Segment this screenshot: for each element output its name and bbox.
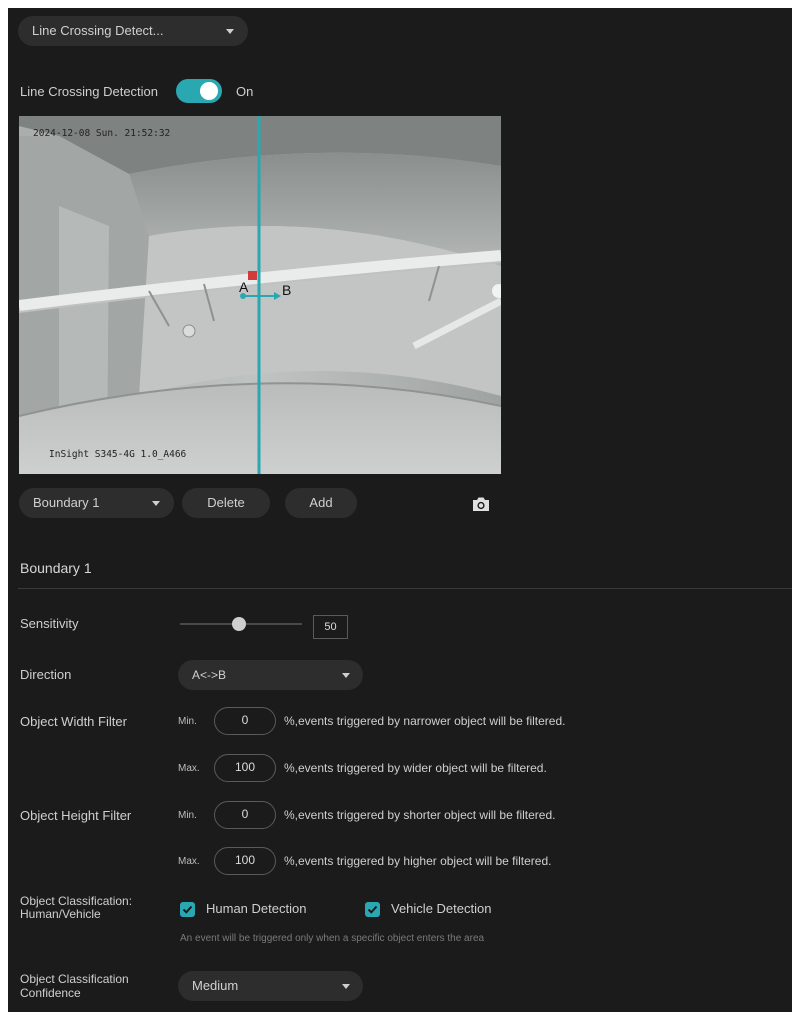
height-min-hint: %,events triggered by shorter object wil… (284, 808, 556, 822)
boundary-select-value: Boundary 1 (33, 495, 100, 510)
sensitivity-label: Sensitivity (20, 616, 79, 631)
width-min-input[interactable]: 0 (214, 707, 276, 735)
camera-scene (19, 116, 501, 474)
confidence-value: Medium (192, 978, 239, 993)
height-max-hint: %,events triggered by higher object will… (284, 854, 552, 868)
classification-label: Object Classification: Human/Vehicle (20, 895, 132, 921)
sensitivity-value-box[interactable]: 50 (313, 615, 348, 639)
video-timestamp: 2024-12-08 Sun. 21:52:32 (33, 128, 171, 139)
width-filter-label: Object Width Filter (20, 714, 127, 729)
detection-type-select[interactable]: Line Crossing Detect... (18, 16, 248, 46)
delete-label: Delete (207, 495, 245, 510)
width-max-input[interactable]: 100 (214, 754, 276, 782)
confidence-label: Object Classification Confidence (20, 972, 129, 1000)
line-crossing-toggle[interactable] (176, 79, 222, 103)
confidence-label-line2: Confidence (20, 986, 81, 1000)
sensitivity-slider[interactable] (180, 614, 302, 634)
classification-label-line2: Human/Vehicle (20, 907, 101, 921)
human-detection-checkbox[interactable] (180, 902, 195, 917)
height-max-value: 100 (234, 853, 256, 867)
direction-select[interactable]: A<->B (178, 660, 363, 690)
direction-value: A<->B (192, 668, 227, 682)
confidence-select[interactable]: Medium (178, 971, 363, 1001)
checkmark-icon (367, 905, 378, 914)
height-max-label: Max. (178, 856, 200, 867)
classification-note: An event will be triggered only when a s… (180, 933, 485, 944)
width-min-value: 0 (241, 713, 249, 727)
add-label: Add (309, 495, 333, 510)
toggle-state-text: On (236, 84, 254, 99)
camera-icon[interactable] (472, 496, 490, 512)
human-detection-label: Human Detection (206, 901, 307, 916)
checkmark-icon (182, 905, 193, 914)
slider-handle[interactable] (232, 617, 246, 631)
vehicle-detection-checkbox[interactable] (365, 902, 380, 917)
section-title: Boundary 1 (20, 560, 92, 576)
width-min-hint: %,events triggered by narrower object wi… (284, 714, 566, 728)
chevron-down-icon (342, 673, 350, 678)
chevron-down-icon (152, 501, 160, 506)
chevron-down-icon (342, 984, 350, 989)
detection-type-value: Line Crossing Detect... (32, 23, 164, 38)
width-max-hint: %,events triggered by wider object will … (284, 761, 547, 775)
width-max-label: Max. (178, 763, 200, 774)
marker-b-label: B (282, 282, 292, 298)
width-min-label: Min. (178, 716, 197, 727)
direction-label: Direction (20, 667, 72, 682)
toggle-knob (200, 82, 218, 100)
section-divider (18, 588, 792, 589)
height-min-value: 0 (241, 807, 249, 821)
confidence-label-line1: Object Classification (20, 972, 129, 986)
width-max-value: 100 (234, 760, 256, 774)
delete-button[interactable]: Delete (182, 488, 270, 518)
height-min-input[interactable]: 0 (214, 801, 276, 829)
vehicle-detection-label: Vehicle Detection (391, 901, 492, 916)
height-min-label: Min. (178, 810, 197, 821)
height-max-input[interactable]: 100 (214, 847, 276, 875)
chevron-down-icon (226, 29, 234, 34)
height-filter-label: Object Height Filter (20, 808, 132, 823)
line-crossing-label: Line Crossing Detection (20, 84, 159, 99)
add-button[interactable]: Add (285, 488, 357, 518)
video-preview[interactable]: 2024-12-08 Sun. 21:52:32 InSight S345-4G… (19, 116, 501, 474)
boundary-select[interactable]: Boundary 1 (19, 488, 174, 518)
settings-panel: Line Crossing Detect... Line Crossing De… (8, 8, 792, 1012)
sensitivity-value: 50 (324, 621, 337, 633)
camera-name: InSight S345-4G 1.0_A466 (49, 449, 187, 460)
marker-a-label: A (239, 279, 249, 295)
